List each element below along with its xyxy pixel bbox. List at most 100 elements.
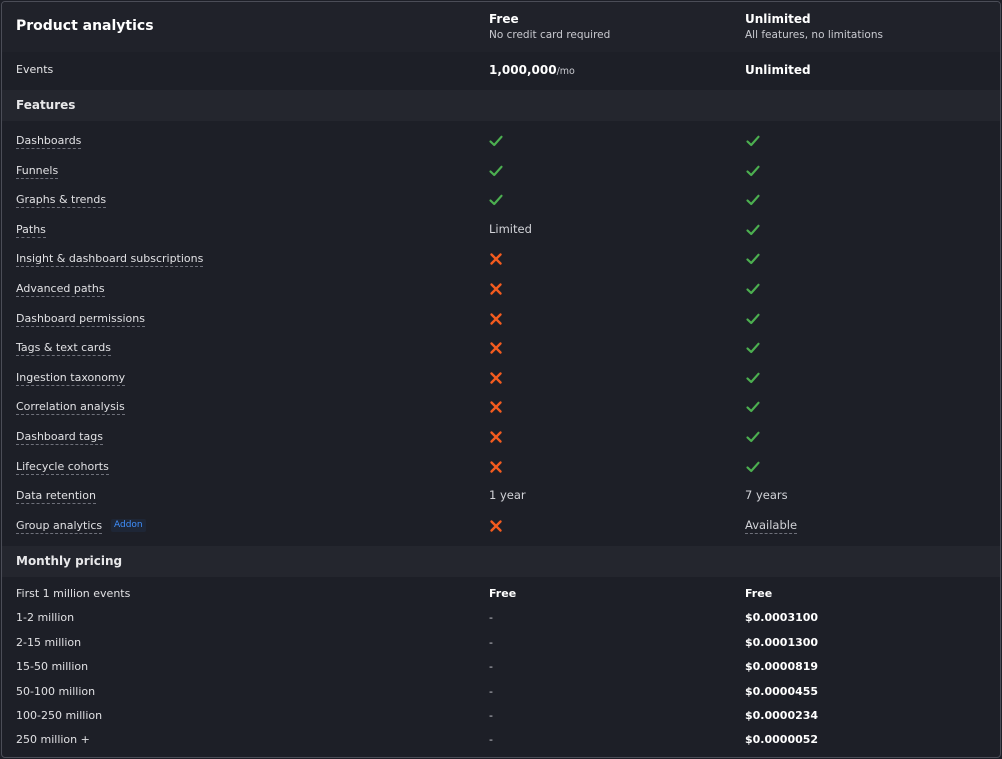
pricing-free-value: Free xyxy=(489,587,517,600)
x-mark-icon xyxy=(488,459,504,475)
pricing-unlimited-value: $0.0003100 xyxy=(745,611,819,625)
pricing-row: 50-100 million - $0.0000455 xyxy=(2,680,1000,704)
pricing-unlimited-value: $0.0000052 xyxy=(745,733,819,747)
checkmark-icon xyxy=(488,192,504,208)
checkmark-icon xyxy=(745,192,761,208)
pricing-tier-label: 15-50 million xyxy=(16,660,89,674)
feature-row: Dashboard permissions xyxy=(2,304,1000,334)
page-title: Product analytics xyxy=(16,18,154,34)
feature-label-text: Dashboard tags xyxy=(16,430,103,443)
pricing-row: 1-2 million - $0.0003100 xyxy=(2,606,1000,630)
checkmark-icon xyxy=(745,429,761,445)
feature-label[interactable]: Correlation analysis xyxy=(16,400,125,416)
x-mark-icon xyxy=(488,281,504,297)
pricing-free-value: - xyxy=(489,635,493,649)
pricing-tier-label: 100-250 million xyxy=(16,709,103,722)
pricing-free-value: - xyxy=(489,709,493,722)
feature-row: Correlation analysis xyxy=(2,392,1000,422)
feature-label[interactable]: Dashboards xyxy=(16,134,82,149)
pricing-free-value: - xyxy=(489,660,493,674)
pricing-unlimited-value: $0.0000819 xyxy=(745,660,819,674)
feature-value: 1 year xyxy=(489,488,526,503)
checkmark-icon xyxy=(745,340,761,356)
pricing-row: First 1 million events Free Free xyxy=(2,582,1000,606)
checkmark-icon xyxy=(745,222,761,238)
checkmark-icon xyxy=(745,251,761,267)
checkmark-icon xyxy=(745,311,761,327)
pricing-row: 15-50 million - $0.0000819 xyxy=(2,655,1000,679)
feature-row: Paths Limited xyxy=(2,215,1000,245)
events-free-number: 1,000,000 xyxy=(489,63,557,77)
pricing-unlimited-value: Free xyxy=(745,587,773,600)
feature-row: Data retention 1 year 7 years xyxy=(2,481,1000,511)
feature-row: Group analytics Addon Available xyxy=(2,511,1000,541)
checkmark-icon xyxy=(488,133,504,149)
pricing-unlimited-value: $0.0000455 xyxy=(745,684,819,698)
feature-row: Lifecycle cohorts xyxy=(2,452,1000,482)
feature-row: Funnels xyxy=(2,156,1000,186)
x-mark-icon xyxy=(488,429,504,445)
events-free-unit: /mo xyxy=(556,66,575,77)
plan-unlimited-header: Unlimited All features, no limitations xyxy=(745,12,883,41)
feature-row: Advanced paths xyxy=(2,274,1000,304)
feature-label-text: Graphs & trends xyxy=(16,193,107,207)
feature-row: Ingestion taxonomy xyxy=(2,363,1000,393)
x-mark-icon xyxy=(488,370,504,386)
feature-label[interactable]: Data retention xyxy=(16,489,96,505)
section-title: Features xyxy=(16,98,76,112)
feature-label-text: Correlation analysis xyxy=(16,400,125,414)
pricing-unlimited-value: $0.0000234 xyxy=(745,709,819,722)
pricing-row: 250 million + - $0.0000052 xyxy=(2,728,1000,752)
pricing-table: Product analytics Free No credit card re… xyxy=(1,1,1001,758)
feature-row: Graphs & trends xyxy=(2,185,1000,215)
pricing-row: 100-250 million - $0.0000234 xyxy=(2,704,1000,728)
pricing-row: 2-15 million - $0.0001300 xyxy=(2,631,1000,655)
pricing-free-value: - xyxy=(489,733,493,747)
feature-label[interactable]: Paths xyxy=(16,223,46,238)
checkmark-icon xyxy=(745,163,761,179)
x-mark-icon xyxy=(488,518,504,534)
feature-label-text: Data retention xyxy=(16,489,96,503)
feature-row: Dashboard tags xyxy=(2,422,1000,452)
checkmark-icon xyxy=(745,459,761,475)
checkmark-icon xyxy=(745,399,761,415)
plan-subtitle: All features, no limitations xyxy=(745,29,883,41)
checkmark-icon xyxy=(745,281,761,297)
features-section-header: Features xyxy=(2,90,1000,121)
feature-label[interactable]: Insight & dashboard subscriptions xyxy=(16,252,204,268)
feature-label-text: Lifecycle cohorts xyxy=(16,459,109,473)
feature-row: Dashboards xyxy=(2,126,1000,156)
addon-badge: Addon xyxy=(111,518,146,532)
events-row: Events 1,000,000/mo Unlimited xyxy=(2,52,1000,90)
x-mark-icon xyxy=(488,251,504,267)
feature-label[interactable]: Advanced paths xyxy=(16,282,105,297)
x-mark-icon xyxy=(488,311,504,327)
feature-label[interactable]: Lifecycle cohorts xyxy=(16,460,109,475)
pricing-tier-label: 50-100 million xyxy=(16,684,96,698)
feature-label-text: Dashboards xyxy=(16,134,82,147)
pricing-unlimited-value: $0.0001300 xyxy=(745,635,819,649)
feature-label[interactable]: Group analytics xyxy=(16,519,103,534)
feature-row: Tags & text cards xyxy=(2,333,1000,363)
feature-value: Available xyxy=(745,517,798,534)
feature-label-text: Insight & dashboard subscriptions xyxy=(16,252,204,266)
checkmark-icon xyxy=(488,163,504,179)
feature-label[interactable]: Dashboard tags xyxy=(16,430,103,445)
pricing-tier-label: 1-2 million xyxy=(16,611,75,625)
x-mark-icon xyxy=(488,399,504,415)
feature-label[interactable]: Tags & text cards xyxy=(16,341,111,357)
feature-label[interactable]: Graphs & trends xyxy=(16,193,107,209)
events-free-value: 1,000,000/mo xyxy=(489,63,575,77)
pricing-section-header: Monthly pricing xyxy=(2,546,1000,577)
table-header: Product analytics Free No credit card re… xyxy=(2,2,1000,52)
plan-name: Free xyxy=(489,12,519,26)
feature-label[interactable]: Funnels xyxy=(16,164,59,179)
feature-row: Insight & dashboard subscriptions xyxy=(2,244,1000,274)
feature-label[interactable]: Dashboard permissions xyxy=(16,312,145,327)
checkmark-icon xyxy=(745,370,761,386)
feature-value: Limited xyxy=(489,221,532,236)
pricing-tier-label: First 1 million events xyxy=(16,587,131,600)
section-title: Monthly pricing xyxy=(16,554,123,568)
pricing-free-value: - xyxy=(489,684,493,698)
feature-label[interactable]: Ingestion taxonomy xyxy=(16,371,126,386)
